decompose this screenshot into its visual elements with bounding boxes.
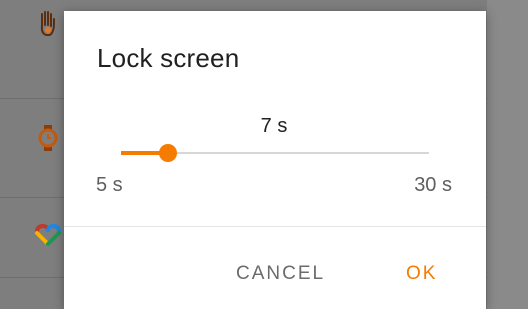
dialog-title: Lock screen (97, 43, 240, 73)
slider-value-label: 7 s (260, 115, 288, 137)
dialog-divider (64, 226, 486, 227)
background-scrim (487, 0, 528, 309)
slider-thumb[interactable] (158, 144, 177, 162)
lock-screen-dialog: Lock screen 7 s 5 s 30 s CANCEL OK (64, 11, 486, 309)
cancel-button[interactable]: CANCEL (236, 263, 325, 285)
watch-icon (33, 123, 63, 153)
hand-icon (33, 8, 63, 38)
heart-icon (33, 222, 63, 252)
lock-timeout-slider[interactable] (121, 142, 429, 164)
slider-max-label: 30 s (414, 174, 452, 196)
ok-button[interactable]: OK (406, 263, 437, 285)
slider-min-label: 5 s (96, 174, 123, 196)
